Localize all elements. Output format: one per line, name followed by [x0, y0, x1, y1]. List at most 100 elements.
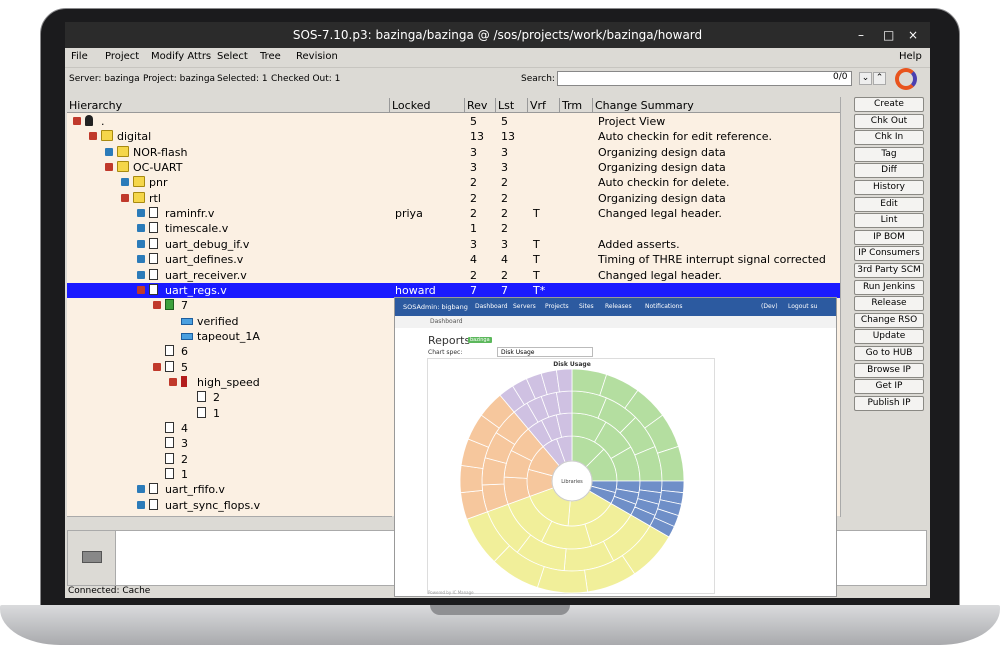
tree-row[interactable]: uart_regs.v howard 7 7 T* — [67, 282, 840, 298]
action-button-ip-consumers[interactable]: IP Consumers — [854, 246, 924, 262]
search-label: Search: — [521, 74, 555, 84]
collapse-icon[interactable] — [105, 163, 113, 172]
menu-revision[interactable]: Revision — [296, 51, 338, 62]
action-button-browse-ip[interactable]: Browse IP — [854, 362, 924, 378]
file-icon — [165, 452, 174, 464]
action-button-change-rso[interactable]: Change RSO — [854, 312, 924, 328]
col-trm[interactable]: Trm — [560, 98, 593, 113]
action-button-release[interactable]: Release — [854, 296, 924, 312]
action-button-chk-in[interactable]: Chk In — [854, 130, 924, 146]
file-icon — [149, 483, 158, 495]
expand-icon[interactable] — [137, 500, 145, 509]
search-prev-button[interactable]: ⌄ — [859, 72, 872, 85]
cell-rev: 3 — [470, 145, 477, 159]
overlay-nav-dev[interactable]: (Dev) — [761, 298, 778, 316]
overlay-nav-releases[interactable]: Releases — [605, 298, 632, 316]
tree-item-name: raminfr.v — [165, 207, 215, 221]
col-lst[interactable]: Lst — [496, 98, 528, 113]
action-button-chk-out[interactable]: Chk Out — [854, 113, 924, 129]
col-change-summary[interactable]: Change Summary — [593, 98, 840, 113]
sunburst-center-label: Libraries — [561, 479, 583, 485]
tree-row[interactable]: timescale.v 1 2 — [67, 221, 840, 236]
tree-row[interactable]: pnr 2 2 Auto checkin for delete. — [67, 175, 840, 190]
selected-label: Selected: 1 — [217, 74, 268, 84]
tree-horizontal-scrollbar[interactable] — [67, 516, 392, 527]
file-icon — [149, 207, 158, 219]
cell-rev: 2 — [470, 176, 477, 190]
action-button-diff[interactable]: Diff — [854, 163, 924, 179]
tree-row[interactable]: uart_defines.v 4 4 T Timing of THRE interrup… — [67, 252, 840, 267]
close-button[interactable]: × — [908, 22, 918, 48]
overlay-project-badge: bazinga — [468, 337, 492, 343]
overlay-nav-sites[interactable]: Sites — [579, 298, 594, 316]
tree-row[interactable]: . 5 5 Project View — [67, 114, 840, 129]
menu-modify-attrs[interactable]: Modify Attrs — [151, 51, 211, 62]
action-button-edit[interactable]: Edit — [854, 196, 924, 212]
tree-row[interactable]: raminfr.v priya 2 2 T Changed legal header. — [67, 206, 840, 221]
overlay-nav-notifications[interactable]: Notifications — [645, 298, 683, 316]
collapse-icon[interactable] — [121, 193, 129, 202]
action-button-update[interactable]: Update — [854, 329, 924, 345]
overlay-nav-servers[interactable]: Servers — [513, 298, 536, 316]
search-input[interactable] — [557, 71, 852, 86]
action-button-3rd-party-scm[interactable]: 3rd Party SCM — [854, 263, 924, 278]
tree-row[interactable]: digital 13 13 Auto checkin for edit referen… — [67, 129, 840, 144]
overlay-nav-logout[interactable]: Logout su — [788, 298, 817, 316]
cell-vrf: T — [533, 207, 540, 221]
folder-icon — [133, 176, 145, 188]
minimize-button[interactable]: – — [858, 22, 864, 48]
overlay-chart-spec-select[interactable]: Disk Usage — [497, 347, 593, 357]
tree-row[interactable]: uart_debug_if.v 3 3 T Added asserts. — [67, 237, 840, 252]
action-button-run-jenkins[interactable]: Run Jenkins — [854, 279, 924, 295]
action-button-ip-bom[interactable]: IP BOM — [854, 229, 924, 245]
expand-icon[interactable] — [137, 239, 145, 248]
col-vrf[interactable]: Vrf — [528, 98, 560, 113]
sunburst-segment — [536, 566, 589, 594]
action-button-get-ip[interactable]: Get IP — [854, 379, 924, 395]
tree-vertical-scrollbar[interactable] — [840, 97, 851, 517]
col-hierarchy[interactable]: Hierarchy — [67, 98, 390, 113]
expand-icon[interactable] — [105, 147, 113, 156]
action-button-create[interactable]: Create — [854, 97, 924, 112]
collapse-icon[interactable] — [137, 285, 145, 294]
menu-file[interactable]: File — [71, 51, 88, 62]
collapse-icon[interactable] — [169, 377, 177, 386]
overlay-brand[interactable]: SOSAdmin: bigbang — [403, 298, 468, 316]
collapse-icon[interactable] — [153, 301, 161, 310]
collapse-icon[interactable] — [153, 362, 161, 371]
action-button-publish-ip[interactable]: Publish IP — [854, 395, 924, 411]
expand-icon[interactable] — [137, 255, 145, 264]
window-titlebar: SOS-7.10.p3: bazinga/bazinga @ /sos/proj… — [65, 22, 930, 48]
expand-icon[interactable] — [137, 224, 145, 233]
collapse-icon[interactable] — [89, 132, 97, 141]
menu-help[interactable]: Help — [899, 51, 922, 62]
tree-row[interactable]: uart_receiver.v 2 2 T Changed legal header. — [67, 268, 840, 283]
menu-tree[interactable]: Tree — [260, 51, 281, 62]
tree-item-name: uart_defines.v — [165, 253, 244, 267]
collapse-icon[interactable] — [73, 117, 81, 125]
tree-row[interactable]: NOR-flash 3 3 Organizing design data — [67, 145, 840, 160]
tree-row[interactable]: OC-UART 3 3 Organizing design data — [67, 160, 840, 175]
file-icon — [165, 299, 174, 311]
menu-select[interactable]: Select — [217, 51, 248, 62]
expand-icon[interactable] — [121, 178, 129, 187]
expand-icon[interactable] — [137, 209, 145, 218]
overlay-footer: Powered by IC Manage — [428, 590, 474, 595]
overlay-nav-dashboard[interactable]: Dashboard — [475, 298, 508, 316]
col-rev[interactable]: Rev — [465, 98, 496, 113]
col-locked[interactable]: Locked — [390, 98, 465, 113]
overlay-breadcrumb-text[interactable]: Dashboard — [430, 316, 463, 328]
tree-row[interactable]: rtl 2 2 Organizing design data — [67, 191, 840, 206]
action-button-go-to-hub[interactable]: Go to HUB — [854, 346, 924, 361]
search-next-button[interactable]: ⌃ — [873, 72, 886, 85]
cell-vrf: T* — [533, 283, 546, 297]
expand-icon[interactable] — [137, 270, 145, 279]
menu-project[interactable]: Project — [105, 51, 139, 62]
expand-icon[interactable] — [137, 485, 145, 494]
action-button-tag[interactable]: Tag — [854, 146, 924, 162]
overlay-nav-projects[interactable]: Projects — [545, 298, 569, 316]
action-button-lint[interactable]: Lint — [854, 213, 924, 229]
action-button-history[interactable]: History — [854, 180, 924, 195]
cell-lst: 2 — [501, 191, 508, 205]
maximize-button[interactable]: □ — [883, 22, 894, 48]
